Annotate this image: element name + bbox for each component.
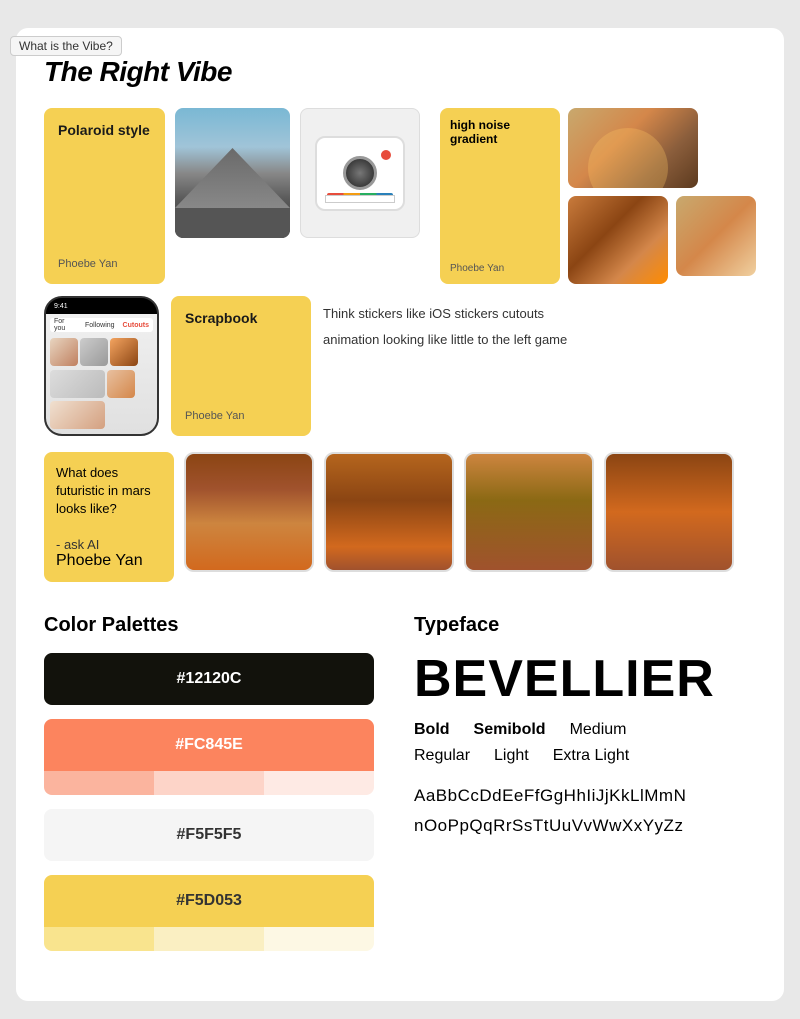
polaroid-style-card: Polaroid style Phoebe Yan: [44, 108, 165, 284]
swatch-yellow-main: #F5D053: [44, 875, 374, 927]
mars-image-1: [184, 452, 314, 572]
type-weights-row2: Regular Light Extra Light: [414, 747, 756, 765]
swatch-coral-main: #FC845E: [44, 719, 374, 771]
camera-lens: [343, 156, 377, 190]
sticker-2: [80, 338, 108, 366]
weight-extralight: Extra Light: [553, 747, 629, 765]
highrise-image: [568, 108, 698, 188]
mars-card-content: What does futuristic in mars looks like?…: [56, 464, 162, 552]
type-weights-row1: Bold Semibold Medium: [414, 721, 756, 739]
mars-image-3: [464, 452, 594, 572]
bottom-sections: Color Palettes #12120C #FC845E #F5F5F5: [44, 614, 756, 965]
page-title: The Right Vibe: [44, 56, 756, 88]
mars-subtitle: - ask AI: [56, 537, 162, 552]
robot-image: [676, 196, 756, 276]
text-note-2: animation looking like little to the lef…: [323, 330, 567, 350]
phone-mockup: 9:41 For you Following Cutouts: [44, 296, 159, 436]
coral-tint-1: [44, 771, 154, 795]
swatch-dark: #12120C: [44, 653, 374, 705]
coral-tint-2: [154, 771, 264, 795]
vibe-top-row: Polaroid style Phoebe Yan high noise gra…: [44, 108, 756, 284]
swatch-coral: #FC845E: [44, 719, 374, 795]
right-cluster: high noise gradient Phoebe Yan: [440, 108, 756, 284]
sticker-6: [50, 401, 105, 429]
polaroid-author: Phoebe Yan: [58, 258, 151, 270]
typeface-hero-name: BEVELLIER: [414, 653, 756, 705]
camera-button: [381, 150, 391, 160]
high-noise-title: high noise gradient: [450, 118, 550, 146]
swatch-yellow-tints: [44, 927, 374, 951]
sticker-5: [107, 370, 135, 398]
orange-interior-image: [568, 196, 668, 284]
polaroid-camera-image: [300, 108, 420, 238]
high-noise-author: Phoebe Yan: [450, 263, 550, 274]
coral-tint-3: [264, 771, 374, 795]
main-card: The Right Vibe Polaroid style Phoebe Yan…: [16, 28, 784, 1001]
alphabet-upper: AaBbCcDdEeFfGgHhIiJjKkLlMmN: [414, 781, 756, 812]
polaroid-title: Polaroid style: [58, 122, 151, 138]
color-palettes-title: Color Palettes: [44, 614, 374, 637]
swatch-coral-tints: [44, 771, 374, 795]
weight-light: Light: [494, 747, 529, 765]
sticker-4: [50, 370, 105, 398]
swatch-yellow: #F5D053: [44, 875, 374, 951]
vibe-row2: 9:41 For you Following Cutouts Scrapbook…: [44, 296, 756, 436]
mars-section: What does futuristic in mars looks like?…: [44, 452, 756, 582]
stacked-images: [568, 108, 756, 284]
yellow-tint-1: [44, 927, 154, 951]
mountain-image: [175, 108, 290, 238]
weight-semibold: Semibold: [474, 721, 546, 739]
camera-output: [325, 195, 395, 203]
text-note-1: Think stickers like iOS stickers cutouts: [323, 304, 567, 324]
mars-card: What does futuristic in mars looks like?…: [44, 452, 174, 582]
camera-body: [315, 136, 405, 211]
sticker-3: [110, 338, 138, 366]
typeface-title: Typeface: [414, 614, 756, 637]
color-palettes-section: Color Palettes #12120C #FC845E #F5F5F5: [44, 614, 374, 965]
mars-image-4: [604, 452, 734, 572]
phone-status-bar: 9:41: [46, 298, 157, 314]
tooltip-tag: What is the Vibe?: [10, 36, 122, 56]
yellow-tint-3: [264, 927, 374, 951]
alphabet-lower: nOoPpQqRrSsTtUuVvWwXxYyZz: [414, 811, 756, 842]
weight-bold: Bold: [414, 721, 450, 739]
mars-author: Phoebe Yan: [56, 552, 162, 570]
weight-medium: Medium: [570, 721, 627, 739]
yellow-tint-2: [154, 927, 264, 951]
sticker-1: [50, 338, 78, 366]
swatch-dark-main: #12120C: [44, 653, 374, 705]
phone-status-text: 9:41: [54, 303, 68, 310]
bottom-imgs: [568, 196, 756, 284]
weight-regular: Regular: [414, 747, 470, 765]
high-noise-card: high noise gradient Phoebe Yan: [440, 108, 560, 284]
scrapbook-title: Scrapbook: [185, 310, 297, 326]
scrapbook-card: Scrapbook Phoebe Yan: [171, 296, 311, 436]
phone-content: For you Following Cutouts: [46, 314, 157, 434]
mars-title: What does futuristic in mars looks like?: [56, 464, 162, 519]
scrapbook-author: Phoebe Yan: [185, 410, 297, 422]
swatch-light-main: #F5F5F5: [44, 809, 374, 861]
swatch-light: #F5F5F5: [44, 809, 374, 861]
typeface-section: Typeface BEVELLIER Bold Semibold Medium …: [414, 614, 756, 965]
text-notes: Think stickers like iOS stickers cutouts…: [323, 296, 567, 436]
mars-image-2: [324, 452, 454, 572]
